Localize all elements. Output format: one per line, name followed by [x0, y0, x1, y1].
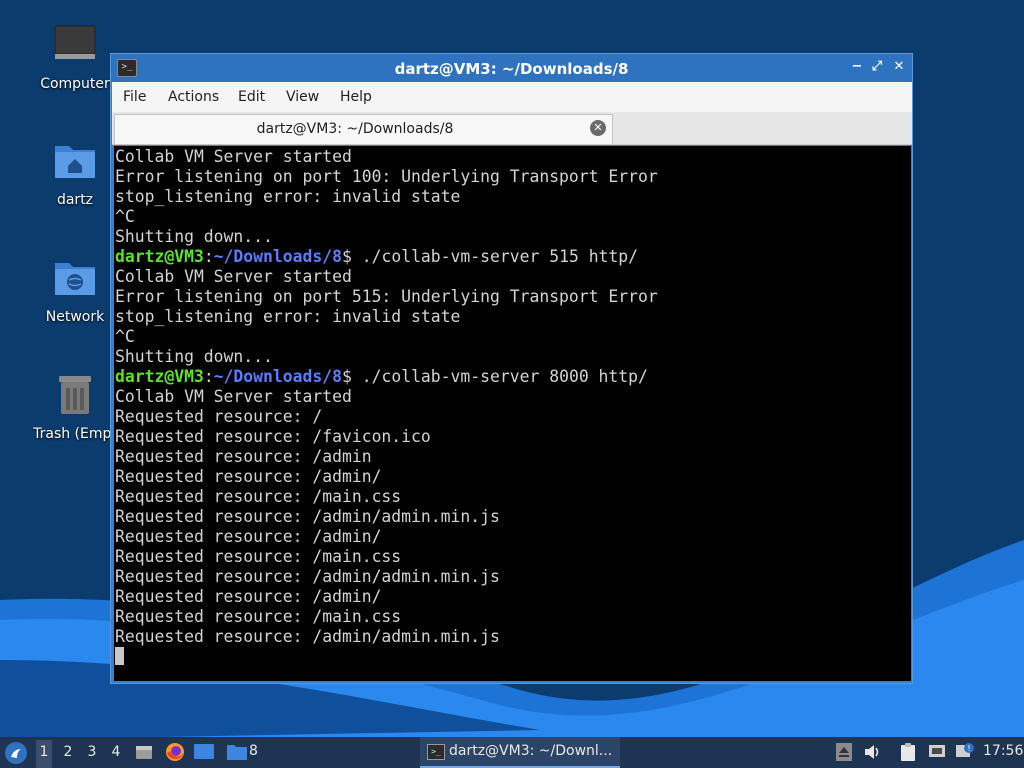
folder-badge: 8 — [249, 743, 258, 759]
terminal-line: Requested resource: /admin/ — [115, 587, 382, 606]
tab-close-icon[interactable]: ✕ — [590, 120, 606, 136]
tab-bar: dartz@VM3: ~/Downloads/8 ✕ — [112, 112, 912, 145]
prompt-path: ~/Downloads/8 — [213, 247, 342, 266]
terminal-line: Requested resource: /favicon.ico — [115, 427, 431, 446]
terminal-prompt-line: dartz@VM3:~/Downloads/8$ ./collab-vm-ser… — [115, 367, 911, 387]
maximize-icon[interactable]: ⤢ — [868, 58, 886, 76]
menu-edit[interactable]: Edit — [238, 89, 265, 105]
taskbar-window-button[interactable]: >_ dartz@VM3: ~/Downl... — [420, 737, 620, 768]
tab-title: dartz@VM3: ~/Downloads/8 — [256, 121, 454, 137]
prompt-command: ./collab-vm-server 515 http/ — [351, 247, 639, 266]
workspace-4[interactable]: 4 — [108, 744, 124, 760]
menu-help[interactable]: Help — [340, 89, 372, 105]
terminal-window[interactable]: >_ dartz@VM3: ~/Downloads/8 − ⤢ ✕ File A… — [110, 53, 913, 684]
terminal-line: stop_listening error: invalid state — [115, 307, 461, 326]
terminal-line: Requested resource: /admin/admin.min.js — [115, 627, 500, 646]
workspace-3[interactable]: 3 — [84, 744, 100, 760]
workspace-2[interactable]: 2 — [60, 744, 76, 760]
network-folder-icon — [55, 263, 95, 295]
terminal-line: Requested resource: /admin/ — [115, 527, 382, 546]
terminal-cursor — [115, 647, 124, 665]
network-wired-icon[interactable] — [928, 743, 946, 761]
terminal-line: Error listening on port 100: Underlying … — [115, 167, 658, 186]
file-manager-launcher-icon[interactable] — [134, 742, 154, 762]
desktop-icon-label: Trash (Empt — [33, 426, 117, 442]
svg-text:!: ! — [967, 744, 970, 753]
terminal-line: Requested resource: /main.css — [115, 487, 402, 506]
terminal-line: Shutting down... — [115, 347, 273, 366]
firefox-icon[interactable] — [164, 741, 186, 763]
window-title: dartz@VM3: ~/Downloads/8 — [394, 60, 629, 78]
terminal-line: Collab VM Server started — [115, 267, 352, 286]
prompt-command: ./collab-vm-server 8000 http/ — [351, 367, 648, 386]
desktop-icon-label: dartz — [56, 192, 94, 208]
terminal-line: ^C — [115, 207, 135, 226]
terminal-line: Requested resource: /admin/admin.min.js — [115, 507, 500, 526]
clipboard-icon[interactable] — [899, 742, 917, 762]
terminal-input-line[interactable] — [115, 647, 911, 667]
prompt-path: ~/Downloads/8 — [213, 367, 342, 386]
computer-icon — [54, 25, 96, 59]
taskbar-window-label: dartz@VM3: ~/Downl... — [449, 743, 613, 759]
terminal-line: ^C — [115, 327, 135, 346]
terminal-line: Shutting down... — [115, 227, 273, 246]
desktop-icon-label: Computer — [40, 76, 110, 92]
trash-icon — [59, 376, 91, 414]
terminal-line: Requested resource: /admin/admin.min.js — [115, 567, 500, 586]
terminal-line: Error listening on port 515: Underlying … — [115, 287, 658, 306]
terminal-output[interactable]: Collab VM Server started Error listening … — [114, 146, 911, 681]
close-icon[interactable]: ✕ — [890, 58, 908, 76]
terminal-line: stop_listening error: invalid state — [115, 187, 461, 206]
terminal-line: Collab VM Server started — [115, 147, 352, 166]
window-titlebar[interactable]: >_ dartz@VM3: ~/Downloads/8 − ⤢ ✕ — [111, 54, 912, 82]
start-menu-icon[interactable] — [4, 741, 28, 765]
desktop-icon-trash[interactable]: Trash (Empt — [27, 372, 123, 442]
prompt-separator: : — [203, 367, 214, 386]
prompt-symbol: $ — [341, 367, 352, 386]
volume-icon[interactable] — [864, 744, 882, 760]
menu-actions[interactable]: Actions — [168, 89, 219, 105]
desktop-icon-computer[interactable]: Computer — [27, 22, 123, 92]
terminal-line: Requested resource: /main.css — [115, 607, 402, 626]
prompt-symbol: $ — [341, 247, 352, 266]
menu-bar: File Actions Edit View Help — [112, 82, 912, 112]
prompt-separator: : — [203, 247, 214, 266]
workspace-1[interactable]: 1 — [36, 740, 52, 768]
tab-terminal[interactable]: dartz@VM3: ~/Downloads/8 ✕ — [114, 114, 613, 144]
menu-file[interactable]: File — [123, 89, 146, 105]
terminal-app-icon: >_ — [427, 744, 445, 760]
minimize-icon[interactable]: − — [848, 58, 866, 76]
desktop-show-icon[interactable] — [193, 743, 215, 761]
notification-icon[interactable]: ! — [955, 742, 975, 762]
menu-view[interactable]: View — [286, 89, 319, 105]
clock[interactable]: 17:56 — [983, 743, 1023, 759]
terminal-line: Requested resource: / — [115, 407, 323, 426]
desktop-icon-home[interactable]: dartz — [27, 138, 123, 208]
home-folder-icon — [55, 146, 95, 178]
terminal-line: Requested resource: /admin/ — [115, 467, 382, 486]
terminal-line: Collab VM Server started — [115, 387, 352, 406]
folder-icon[interactable] — [226, 743, 248, 761]
terminal-prompt-line: dartz@VM3:~/Downloads/8$ ./collab-vm-ser… — [115, 247, 911, 267]
desktop-icon-network[interactable]: Network — [27, 255, 123, 325]
prompt-user: dartz@VM3 — [115, 247, 204, 266]
terminal-line: Requested resource: /main.css — [115, 547, 402, 566]
prompt-user: dartz@VM3 — [115, 367, 204, 386]
taskbar: 1 2 3 4 8 >_ dartz@VM3: ~/Downl... ! 17:… — [0, 737, 1024, 768]
desktop-icon-label: Network — [45, 309, 105, 325]
eject-icon[interactable] — [836, 743, 852, 761]
terminal-line: Requested resource: /admin — [115, 447, 372, 466]
